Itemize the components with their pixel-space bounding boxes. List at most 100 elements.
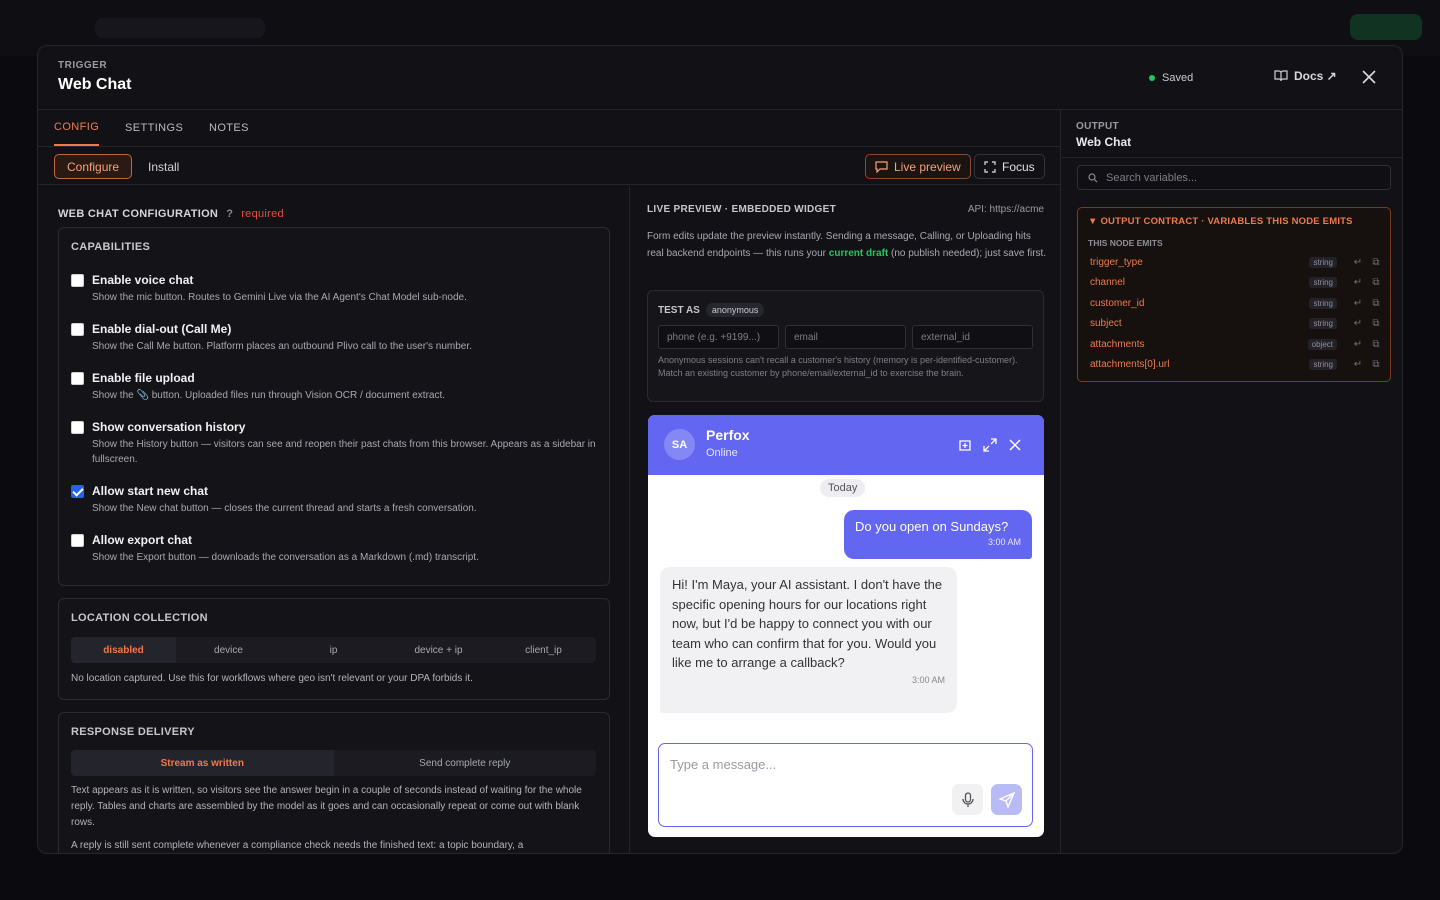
variable-type: string <box>1309 358 1337 370</box>
variable-type: string <box>1309 317 1337 329</box>
node-title: Web Chat <box>58 76 132 93</box>
sub-toolbar: Configure Install Live preview Focus <box>38 147 1060 185</box>
variable-name: attachments[0].url <box>1090 358 1170 370</box>
variable-row[interactable]: channel string ↵ ⧉ <box>1090 274 1382 290</box>
variable-name: channel <box>1090 276 1126 288</box>
option-new-chat[interactable]: Allow start new chat Show the New chat b… <box>71 484 599 516</box>
checkbox-checked[interactable] <box>71 484 84 498</box>
insert-icon[interactable]: ↵ <box>1352 297 1364 309</box>
insert-icon[interactable]: ↵ <box>1352 358 1364 370</box>
location-option-ip[interactable]: ip <box>281 637 386 663</box>
option-file-upload[interactable]: Enable file upload Show the 📎 button. Up… <box>71 371 599 403</box>
location-option-disabled[interactable]: disabled <box>71 637 176 663</box>
docs-link[interactable]: Docs ↗ <box>1274 69 1337 83</box>
test-as-title: TEST AS <box>658 304 700 316</box>
phone-input[interactable]: phone (e.g. +9199...) <box>658 325 779 349</box>
checkbox[interactable] <box>71 322 84 336</box>
delivery-note: Text appears as it is written, so visito… <box>71 785 582 828</box>
external-id-input[interactable]: external_id <box>912 325 1033 349</box>
install-button[interactable]: Install <box>148 154 179 179</box>
option-desc: Show the 📎 button. Uploaded files run th… <box>92 390 446 401</box>
copy-icon[interactable]: ⧉ <box>1370 358 1382 370</box>
output-title: Web Chat <box>1076 135 1132 149</box>
tab-config[interactable]: CONFIG <box>54 110 100 146</box>
insert-icon[interactable]: ↵ <box>1352 256 1364 268</box>
option-voice-chat[interactable]: Enable voice chat Show the mic button. R… <box>71 273 599 305</box>
variable-search[interactable]: Search variables... <box>1077 165 1391 190</box>
modal-header: TRIGGER Web Chat Saved Docs ↗ <box>38 46 1402 110</box>
variable-type: object <box>1307 338 1337 350</box>
variable-row[interactable]: attachments[0].url string ↵ ⧉ <box>1090 356 1382 372</box>
focus-label: Focus <box>1002 159 1035 174</box>
widget-name: Perfox <box>706 427 750 443</box>
tab-settings[interactable]: SETTINGS <box>125 110 183 146</box>
output-kicker: OUTPUT <box>1076 121 1119 132</box>
email-input[interactable]: email <box>785 325 906 349</box>
contract-toggle[interactable]: ▼ OUTPUT CONTRACT · VARIABLES THIS NODE … <box>1088 216 1353 227</box>
variable-row[interactable]: attachments object ↵ ⧉ <box>1090 336 1382 352</box>
close-button[interactable] <box>1358 66 1380 88</box>
copy-icon[interactable]: ⧉ <box>1370 338 1382 350</box>
help-icon[interactable]: ? <box>226 208 233 220</box>
preview-description: Form edits update the preview instantly.… <box>647 229 1047 262</box>
insert-icon[interactable]: ↵ <box>1352 338 1364 350</box>
widget-header: SA Perfox Online <box>648 415 1044 475</box>
copy-icon[interactable]: ⧉ <box>1370 276 1382 288</box>
preview-desc-text-end: (no publish needed); just save first. <box>888 247 1047 259</box>
copy-icon[interactable]: ⧉ <box>1370 297 1382 309</box>
mic-button[interactable] <box>952 784 983 815</box>
insert-icon[interactable]: ↵ <box>1352 276 1364 288</box>
variable-name: customer_id <box>1090 297 1145 309</box>
option-label: Show conversation history <box>92 420 246 434</box>
checkbox[interactable] <box>71 533 84 547</box>
live-preview-button[interactable]: Live preview <box>865 154 971 179</box>
send-button[interactable] <box>991 784 1022 815</box>
checkbox[interactable] <box>71 420 84 434</box>
location-option-device-ip[interactable]: device + ip <box>386 637 491 663</box>
widget-close-button[interactable] <box>1006 436 1024 454</box>
background-item <box>95 18 265 38</box>
save-status: Saved <box>1149 72 1193 84</box>
message-time: 3:00 AM <box>987 537 1021 547</box>
delivery-title: RESPONSE DELIVERY <box>71 726 195 738</box>
widget-status: Online <box>706 447 738 459</box>
tab-notes[interactable]: NOTES <box>209 110 249 146</box>
chat-bubble-icon <box>875 160 888 173</box>
checkbox[interactable] <box>71 371 84 385</box>
variable-row[interactable]: customer_id string ↵ ⧉ <box>1090 295 1382 311</box>
option-dial-out[interactable]: Enable dial-out (Call Me) Show the Call … <box>71 322 599 354</box>
delivery-segmented-control: Stream as written Send complete reply <box>71 750 596 776</box>
focus-button[interactable]: Focus <box>974 154 1045 179</box>
variable-type: string <box>1309 297 1337 309</box>
delivery-card: RESPONSE DELIVERY Stream as written Send… <box>58 712 610 853</box>
new-chat-icon <box>959 440 971 451</box>
mic-icon <box>961 791 974 807</box>
book-icon <box>1274 70 1288 82</box>
copy-icon[interactable]: ⧉ <box>1370 317 1382 329</box>
test-as-box: TEST AS anonymous phone (e.g. +9199...) e… <box>647 290 1044 402</box>
location-segmented-control: disabled device ip device + ip client_ip <box>71 637 596 663</box>
new-chat-button[interactable] <box>956 436 974 454</box>
checkbox[interactable] <box>71 273 84 287</box>
assistant-message: Hi! I'm Maya, your AI assistant. I don't… <box>660 567 957 713</box>
avatar: SA <box>664 429 695 460</box>
copy-icon[interactable]: ⧉ <box>1370 256 1382 268</box>
configure-button[interactable]: Configure <box>54 154 133 179</box>
fullscreen-button[interactable] <box>981 436 999 454</box>
message-composer[interactable]: Type a message... <box>658 743 1033 827</box>
delivery-option-stream[interactable]: Stream as written <box>71 750 334 776</box>
variable-row[interactable]: trigger_type string ↵ ⧉ <box>1090 254 1382 270</box>
variable-row[interactable]: subject string ↵ ⧉ <box>1090 315 1382 331</box>
option-conversation-history[interactable]: Show conversation history Show the Histo… <box>71 420 599 467</box>
insert-icon[interactable]: ↵ <box>1352 317 1364 329</box>
message-input[interactable]: Type a message... <box>670 757 776 772</box>
delivery-option-complete[interactable]: Send complete reply <box>334 750 597 776</box>
variable-type: string <box>1309 276 1337 288</box>
option-label: Enable file upload <box>92 371 195 385</box>
docs-label: Docs ↗ <box>1294 69 1337 83</box>
location-option-client-ip[interactable]: client_ip <box>491 637 596 663</box>
option-desc: Show the mic button. Routes to Gemini Li… <box>92 292 467 303</box>
test-as-pill: anonymous <box>705 303 765 317</box>
location-option-device[interactable]: device <box>176 637 281 663</box>
option-export-chat[interactable]: Allow export chat Show the Export button… <box>71 533 599 565</box>
